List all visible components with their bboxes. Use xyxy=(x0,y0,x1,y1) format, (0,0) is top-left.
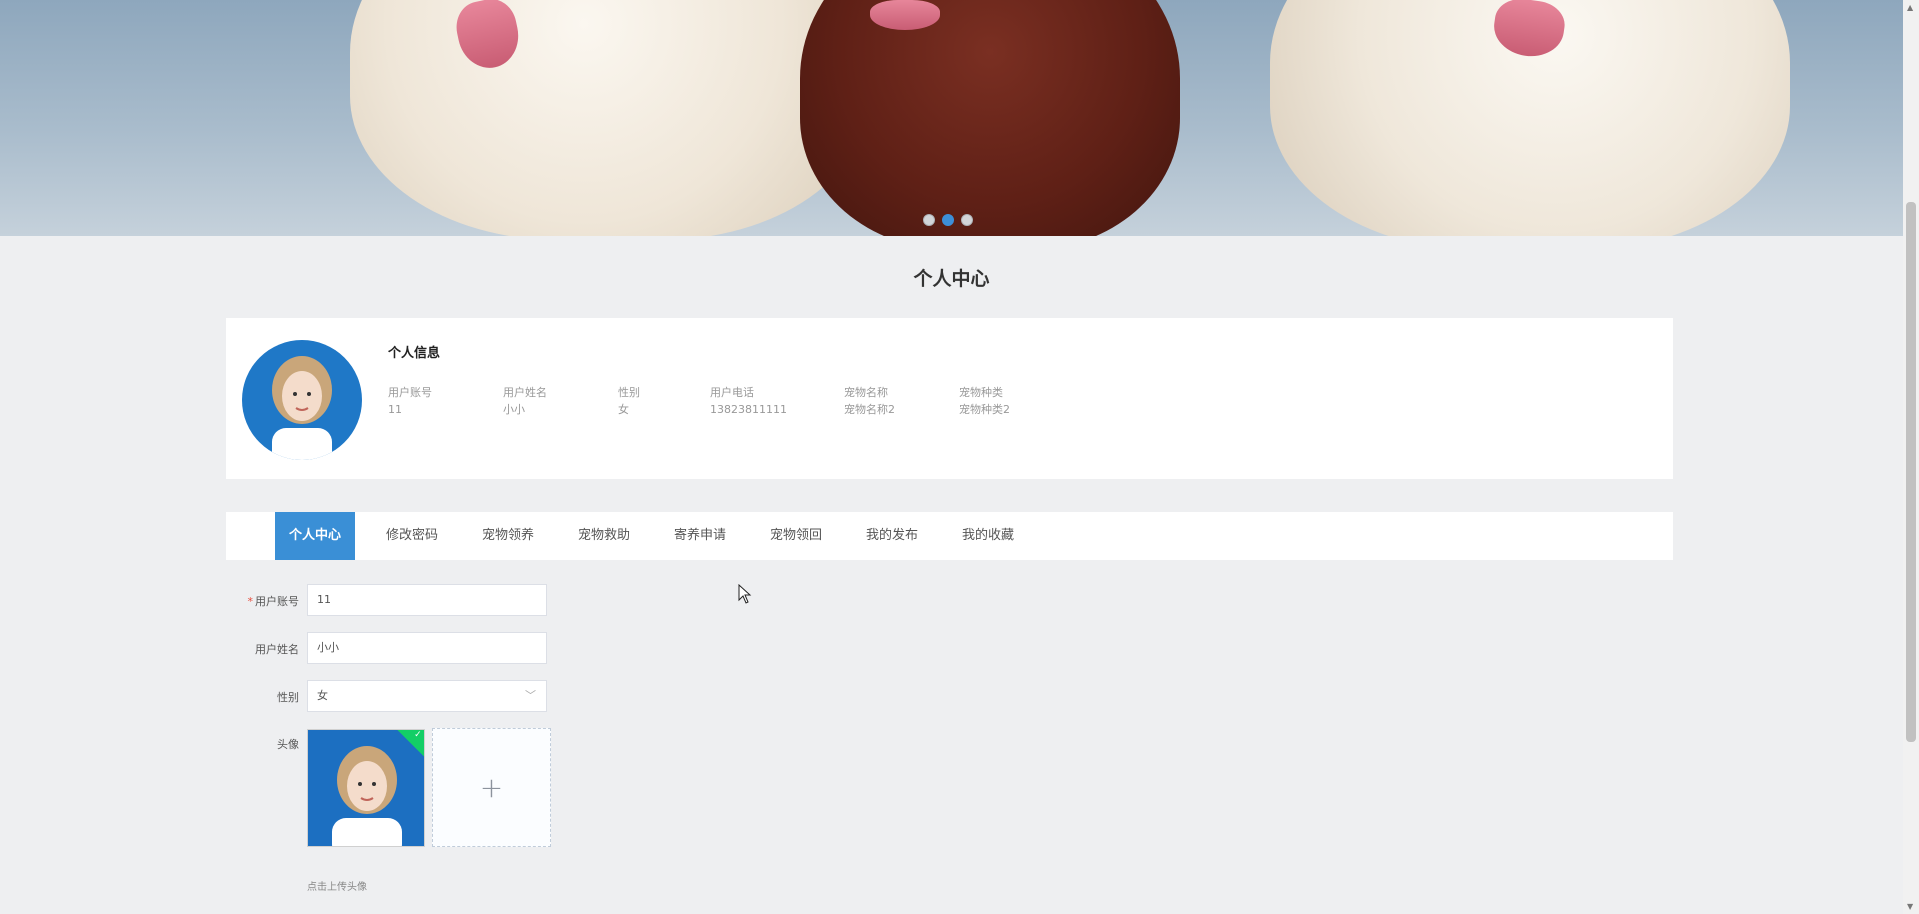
avatar-label: 头像 xyxy=(277,738,299,751)
info-field-name: 用户姓名 小小 xyxy=(503,384,618,418)
tab-change-password[interactable]: 修改密码 xyxy=(386,512,438,560)
info-field-label: 性别 xyxy=(618,386,640,399)
center-tabs: 个人中心 修改密码 宠物领养 宠物救助 寄养申请 宠物领回 我的发布 我的收藏 xyxy=(226,512,1673,560)
info-fields: 用户账号 11 用户姓名 小小 性别 女 用户电话 13823811111 宠物… xyxy=(388,384,1074,418)
scroll-up-arrow-icon[interactable]: ▲ xyxy=(1907,3,1913,12)
tab-pet-reclaim[interactable]: 宠物领回 xyxy=(770,512,822,560)
banner-carousel[interactable] xyxy=(0,0,1903,236)
info-field-label: 用户姓名 xyxy=(503,386,547,399)
check-icon: ✓ xyxy=(414,729,422,740)
tab-personal-center[interactable]: 个人中心 xyxy=(275,512,356,560)
info-field-value: 宠物种类2 xyxy=(959,403,1010,416)
scroll-down-arrow-icon[interactable]: ▼ xyxy=(1907,902,1913,911)
plus-icon: + xyxy=(479,771,504,804)
carousel-dot-3[interactable] xyxy=(961,214,973,226)
upload-hint: 点击上传头像 xyxy=(307,882,367,893)
account-label: * 用户账号 xyxy=(226,593,300,609)
carousel-dot-1[interactable] xyxy=(923,214,935,226)
carousel-indicators xyxy=(923,214,973,226)
tab-pet-adoption[interactable]: 宠物领养 xyxy=(482,512,534,560)
required-mark: * xyxy=(247,595,254,608)
avatar-portrait-icon xyxy=(272,356,332,460)
tab-foster-application[interactable]: 寄养申请 xyxy=(674,512,726,560)
scrollbar-thumb[interactable] xyxy=(1906,202,1916,742)
tab-my-posts[interactable]: 我的发布 xyxy=(866,512,918,560)
info-field-gender: 性别 女 xyxy=(618,384,710,418)
info-field-value: 宠物名称2 xyxy=(844,403,895,416)
info-field-account: 用户账号 11 xyxy=(388,384,503,418)
page: 个人中心 个人信息 用户账号 11 用户姓名 小小 性别 女 用户电话 1382… xyxy=(0,0,1903,914)
info-field-label: 用户电话 xyxy=(710,386,754,399)
tab-my-favorites[interactable]: 我的收藏 xyxy=(962,512,1014,560)
chevron-down-icon: ﹀ xyxy=(525,689,536,702)
upload-add-button[interactable]: + xyxy=(432,728,551,847)
info-title: 个人信息 xyxy=(388,346,441,361)
info-field-value: 11 xyxy=(388,403,402,416)
info-field-label: 宠物名称 xyxy=(844,386,888,399)
page-title: 个人中心 xyxy=(913,268,990,290)
tab-pet-rescue[interactable]: 宠物救助 xyxy=(578,512,630,560)
avatar xyxy=(242,340,362,460)
info-field-value: 小小 xyxy=(503,403,525,416)
name-input[interactable]: 小小 xyxy=(307,632,547,664)
gender-select[interactable]: 女 ﹀ xyxy=(307,680,547,712)
info-field-label: 宠物种类 xyxy=(959,386,1003,399)
info-field-label: 用户账号 xyxy=(388,386,432,399)
name-label: 用户姓名 xyxy=(255,643,299,656)
info-field-pet-name: 宠物名称 宠物名称2 xyxy=(844,384,959,418)
gender-selected-value: 女 xyxy=(317,689,328,702)
info-field-pet-type: 宠物种类 宠物种类2 xyxy=(959,384,1074,418)
info-field-phone: 用户电话 13823811111 xyxy=(710,384,844,418)
carousel-dot-2[interactable] xyxy=(942,214,954,226)
gender-label: 性别 xyxy=(277,691,299,704)
info-field-value: 13823811111 xyxy=(710,403,787,416)
mouse-cursor-icon xyxy=(738,584,752,604)
banner-tongue xyxy=(870,0,940,30)
account-label-text: 用户账号 xyxy=(255,595,299,608)
info-field-value: 女 xyxy=(618,403,629,416)
personal-info-card: 个人信息 用户账号 11 用户姓名 小小 性别 女 用户电话 138238111… xyxy=(226,318,1673,479)
avatar-portrait-icon xyxy=(332,746,402,846)
banner-dog-brown xyxy=(800,0,1180,236)
uploaded-avatar-thumbnail[interactable]: ✓ xyxy=(307,729,425,847)
account-input[interactable]: 11 xyxy=(307,584,547,616)
banner-dog-white-left xyxy=(350,0,870,236)
